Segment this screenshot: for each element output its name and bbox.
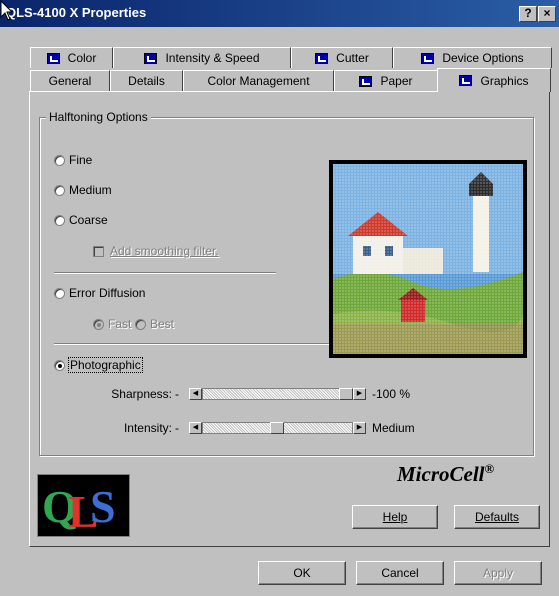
qls-logo: Q L S [37, 474, 130, 537]
radio-circle [93, 318, 104, 330]
radio-medium-label: Medium [69, 183, 112, 197]
separator [54, 272, 276, 274]
sharpness-value: -100 % [372, 387, 411, 401]
checkbox-box [93, 245, 104, 257]
smoothing-label: Add smoothing filter. [110, 244, 219, 258]
microcell-brand: MicroCell® [397, 461, 494, 487]
brand-name: MicroCell [397, 462, 485, 486]
qls-logo-icon: Q L S [42, 481, 116, 537]
radio-circle [54, 287, 65, 299]
close-title-button[interactable]: × [538, 6, 556, 22]
radio-best[interactable]: Best [135, 317, 174, 331]
lighthouse-image-icon [333, 164, 523, 354]
radio-fast-label: Fast [108, 317, 132, 331]
cancel-button[interactable]: Cancel [356, 561, 444, 585]
window-title: QLS-4100 X Properties [6, 5, 147, 20]
sharpness-thumb[interactable] [339, 388, 353, 400]
radio-fine[interactable]: Fine [54, 153, 92, 167]
tab-page-icon [421, 52, 435, 64]
radio-circle [54, 214, 65, 226]
tab-color-label: Color [67, 51, 97, 65]
tab-color-management-label: Color Management [207, 74, 310, 88]
tab-intensity-speed-label: Intensity & Speed [165, 51, 260, 65]
mouse-pointer-icon [0, 0, 14, 21]
intensity-dash: - [175, 421, 179, 435]
ok-button[interactable]: OK [258, 561, 346, 585]
ok-button-label: OK [293, 566, 311, 580]
sharpness-left-arrow[interactable]: ◀ [189, 388, 202, 400]
sharpness-label: Sharpness: [111, 387, 172, 401]
radio-error-diffusion-label: Error Diffusion [69, 286, 146, 300]
tab-general-label: General [48, 74, 92, 88]
tab-device-options[interactable]: Device Options [393, 47, 552, 68]
apply-button[interactable]: Apply [454, 561, 542, 585]
intensity-value: Medium [372, 421, 415, 435]
intensity-label: Intensity: [123, 421, 172, 435]
cancel-button-label: Cancel [381, 566, 419, 580]
intensity-left-arrow[interactable]: ◀ [189, 422, 202, 434]
help-button[interactable]: Help [352, 505, 438, 529]
brand-mark: ® [484, 461, 495, 476]
radio-photographic-label: Photographic [68, 357, 143, 373]
tab-page-icon [144, 52, 158, 64]
radio-medium[interactable]: Medium [54, 183, 112, 197]
radio-coarse-label: Coarse [69, 213, 108, 227]
svg-text:S: S [90, 481, 116, 532]
tab-graphics[interactable]: Graphics [437, 68, 551, 92]
smoothing-checkbox[interactable]: Add smoothing filter. [93, 244, 219, 258]
radio-best-label: Best [150, 317, 175, 331]
radio-fast[interactable]: Fast [93, 317, 131, 331]
tab-page-icon [459, 75, 473, 86]
sharpness-right-arrow[interactable]: ▶ [353, 388, 366, 400]
radio-coarse[interactable]: Coarse [54, 213, 108, 227]
apply-button-label: Apply [482, 566, 514, 580]
radio-error-diffusion[interactable]: Error Diffusion [54, 286, 145, 300]
radio-photographic[interactable]: Photographic [54, 357, 143, 373]
tab-color-management[interactable]: Color Management [183, 70, 334, 91]
sharpness-dash: - [175, 387, 179, 401]
intensity-thumb[interactable] [270, 422, 284, 434]
tab-graphics-label: Graphics [480, 73, 529, 88]
tab-details[interactable]: Details [110, 70, 183, 91]
tab-cutter[interactable]: Cutter [291, 47, 393, 68]
sharpness-track[interactable] [202, 388, 353, 400]
help-title-button[interactable]: ? [519, 6, 537, 22]
radio-circle [54, 184, 65, 196]
halftoning-group: Halftoning Options Fine Medium Coarse Ad… [39, 110, 534, 456]
graphics-panel: Halftoning Options Fine Medium Coarse Ad… [29, 91, 550, 547]
halftone-preview-image [329, 160, 527, 358]
radio-fine-label: Fine [69, 153, 93, 167]
tab-page-icon [315, 52, 329, 64]
radio-circle [54, 154, 65, 166]
tab-page-icon [46, 52, 60, 64]
tab-color[interactable]: Color [30, 47, 113, 68]
tab-cutter-label: Cutter [336, 51, 369, 65]
tab-page-icon [359, 75, 373, 87]
tab-intensity-speed[interactable]: Intensity & Speed [113, 47, 291, 68]
tab-general[interactable]: General [30, 70, 110, 91]
intensity-right-arrow[interactable]: ▶ [353, 422, 366, 434]
properties-dialog: QLS-4100 X Properties ? × Color Intensit… [0, 0, 559, 596]
tab-paper-label: Paper [380, 74, 413, 88]
halftoning-group-title: Halftoning Options [46, 110, 151, 124]
title-bar[interactable]: QLS-4100 X Properties ? × [0, 0, 559, 27]
defaults-button-label: Defaults [474, 510, 520, 524]
tab-details-label: Details [128, 74, 165, 88]
radio-circle [54, 359, 65, 371]
tab-device-options-label: Device Options [442, 51, 524, 65]
defaults-button[interactable]: Defaults [454, 505, 540, 529]
radio-circle [135, 318, 146, 330]
help-button-label: Help [382, 510, 408, 524]
tab-paper[interactable]: Paper [334, 70, 438, 91]
